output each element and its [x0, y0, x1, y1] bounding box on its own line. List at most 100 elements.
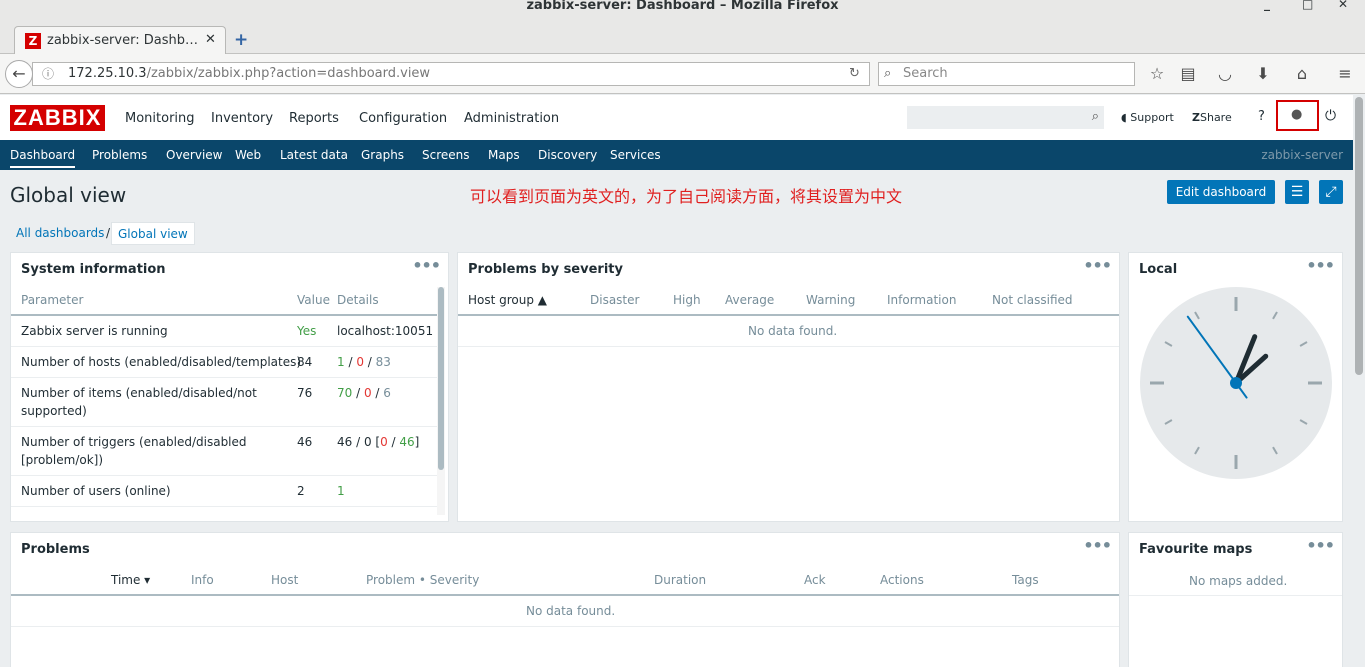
widget-menu-icon[interactable]: •••	[412, 256, 441, 275]
subnav-web[interactable]: Web	[235, 148, 261, 162]
widget-scrollbar[interactable]	[437, 287, 445, 515]
tab-close-icon[interactable]: ✕	[205, 32, 216, 47]
back-button[interactable]: ←	[5, 60, 33, 88]
site-info-icon[interactable]: ⓘ	[42, 63, 54, 85]
col-host-group[interactable]: Host group ▲	[468, 293, 547, 307]
url-path: /zabbix/zabbix.php?action=dashboard.view	[146, 66, 431, 81]
page-scrollbar[interactable]	[1353, 95, 1365, 667]
server-name: zabbix-server	[1261, 148, 1343, 162]
detail-disabled: 0	[363, 386, 372, 400]
maximize-icon[interactable]: □	[1302, 0, 1313, 10]
reload-icon[interactable]: ↻	[849, 63, 860, 85]
page-scrollbar-thumb[interactable]	[1355, 97, 1363, 375]
subnav-latest-data[interactable]: Latest data	[280, 148, 348, 162]
row-param: Number of hosts (enabled/disabled/templa…	[21, 355, 302, 369]
widget-menu-icon[interactable]: •••	[1306, 536, 1335, 555]
subnav-problems[interactable]: Problems	[92, 148, 147, 162]
page-title: Global view	[10, 183, 127, 207]
col-parameter: Parameter	[21, 293, 84, 307]
widget-menu-icon[interactable]: •••	[1306, 256, 1335, 275]
browser-tab[interactable]: Z zabbix-server: Dashb… ✕	[14, 26, 226, 55]
system-information-widget: System information ••• Parameter Value D…	[10, 252, 449, 522]
url-text: 172.25.10.3/zabbix/zabbix.php?action=das…	[68, 63, 430, 85]
widget-menu-icon[interactable]: •••	[1083, 536, 1112, 555]
menu-administration[interactable]: Administration	[464, 111, 559, 126]
window-title: zabbix-server: Dashboard – Mozilla Firef…	[526, 0, 839, 13]
clock-center	[1230, 377, 1242, 389]
row-value: 46	[297, 435, 313, 449]
col-host: Host	[271, 573, 299, 587]
zabbix-header: ZABBIX Monitoring Inventory Reports Conf…	[0, 95, 1353, 140]
widget-menu-icon[interactable]: •••	[1083, 256, 1112, 275]
row-divider	[11, 346, 437, 347]
subnav-screens[interactable]: Screens	[422, 148, 470, 162]
col-problem-severity: Problem • Severity	[366, 573, 480, 587]
subnav-dashboard[interactable]: Dashboard	[10, 148, 76, 168]
bookmark-star-icon[interactable]: ☆	[1146, 64, 1168, 83]
widget-title: System information	[21, 262, 166, 277]
url-bar[interactable]: ⓘ 172.25.10.3/zabbix/zabbix.php?action=d…	[32, 62, 870, 86]
breadcrumb-all-dashboards[interactable]: All dashboards	[16, 226, 104, 240]
detail-enabled: 70	[337, 386, 353, 400]
row-details: 1 / 0 / 83	[337, 355, 391, 369]
widget-title: Favourite maps	[1139, 542, 1253, 557]
detail-suffix: ]	[414, 435, 420, 449]
row-value: 84	[297, 355, 313, 369]
widget-title: Local	[1139, 262, 1178, 277]
row-divider	[11, 626, 1119, 627]
edit-dashboard-button[interactable]: Edit dashboard	[1167, 180, 1275, 204]
user-profile-button[interactable]: ●	[1276, 100, 1319, 131]
row-divider	[11, 475, 437, 476]
col-disaster: Disaster	[590, 293, 640, 307]
subnav-services[interactable]: Services	[610, 148, 661, 162]
problems-by-severity-widget: Problems by severity ••• Host group ▲ Di…	[457, 252, 1120, 522]
detail-ok: 46	[399, 435, 415, 449]
browser-search-input[interactable]: ⌕ Search	[878, 62, 1135, 86]
widget-title: Problems by severity	[468, 262, 623, 277]
fullscreen-button[interactable]: ⤢	[1319, 180, 1343, 204]
subnav-overview[interactable]: Overview	[166, 148, 223, 162]
subnav-discovery[interactable]: Discovery	[538, 148, 597, 162]
detail-enabled: 1	[337, 355, 345, 369]
row-details: 70 / 0 / 6	[337, 386, 391, 400]
menu-configuration[interactable]: Configuration	[359, 111, 447, 126]
zabbix-logo[interactable]: ZABBIX	[10, 105, 105, 131]
search-icon[interactable]: ⌕	[1092, 109, 1099, 124]
share-label: Share	[1199, 111, 1232, 124]
pocket-icon[interactable]: ◡	[1214, 64, 1236, 83]
header-divider	[458, 314, 1119, 316]
subnav-graphs[interactable]: Graphs	[361, 148, 404, 162]
menu-monitoring[interactable]: Monitoring	[125, 111, 195, 126]
col-information: Information	[887, 293, 957, 307]
col-time[interactable]: Time ▾	[111, 573, 150, 587]
minimize-icon[interactable]: _	[1264, 0, 1270, 10]
scrollbar-thumb[interactable]	[438, 287, 444, 470]
user-icon: ●	[1291, 107, 1303, 122]
reading-list-icon[interactable]: ▤	[1177, 64, 1199, 83]
header-divider	[11, 314, 437, 316]
headset-icon: ◖	[1121, 111, 1131, 124]
share-link[interactable]: ZShare	[1192, 111, 1232, 124]
new-tab-icon[interactable]: +	[234, 30, 248, 50]
dashboard-list-button[interactable]: ☰	[1285, 180, 1309, 204]
row-param-line1: Number of triggers (enabled/disabled	[21, 435, 247, 449]
zabbix-search-input[interactable]: ⌕	[907, 106, 1104, 129]
help-icon[interactable]: ?	[1258, 109, 1265, 124]
widget-title: Problems	[21, 542, 90, 557]
breadcrumb-global-view[interactable]: Global view	[111, 222, 195, 245]
signout-icon[interactable]: ⏻	[1325, 108, 1336, 124]
zabbix-favicon-icon: Z	[25, 33, 41, 49]
home-icon[interactable]: ⌂	[1291, 64, 1313, 83]
window-titlebar: zabbix-server: Dashboard – Mozilla Firef…	[0, 0, 1365, 20]
hamburger-menu-icon[interactable]: ≡	[1334, 64, 1356, 83]
search-placeholder: Search	[903, 66, 948, 81]
downloads-icon[interactable]: ⬇	[1252, 64, 1274, 83]
clock-widget: Local •••	[1128, 252, 1343, 522]
menu-inventory[interactable]: Inventory	[211, 111, 273, 126]
support-link[interactable]: ◖ Support	[1121, 111, 1174, 124]
close-window-icon[interactable]: ✕	[1338, 0, 1348, 10]
row-param-line2: [problem/ok])	[21, 453, 104, 467]
menu-reports[interactable]: Reports	[289, 111, 339, 126]
breadcrumb-separator: /	[106, 226, 111, 240]
subnav-maps[interactable]: Maps	[488, 148, 520, 162]
